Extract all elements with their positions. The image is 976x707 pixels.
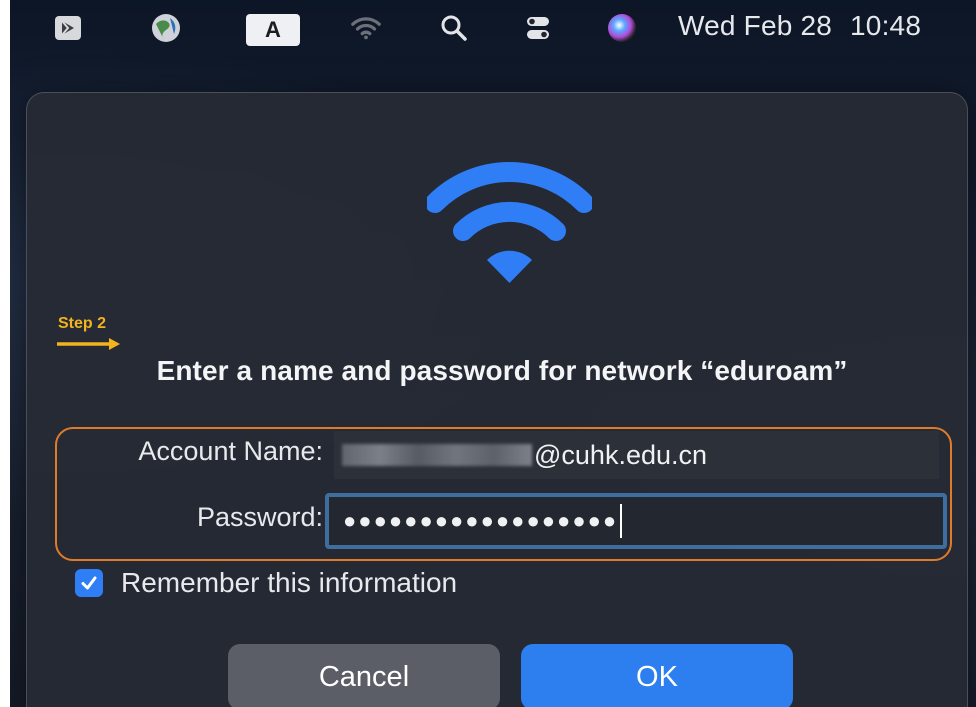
text-caret — [620, 504, 623, 538]
password-dots: ●●●●●●●●●●●●●●●●●● — [343, 508, 619, 533]
screen-share-icon[interactable] — [52, 12, 84, 44]
input-source-letter: A — [265, 17, 281, 42]
globe-icon[interactable] — [150, 12, 182, 44]
password-field[interactable]: ●●●●●●●●●●●●●●●●●● — [325, 493, 947, 549]
menu-bar-clock[interactable]: Wed Feb 28 10:48 — [678, 10, 921, 42]
redacted-username — [342, 444, 532, 466]
remember-checkbox[interactable] — [75, 569, 103, 597]
remember-checkbox-row[interactable]: Remember this information — [75, 567, 457, 599]
step-annotation-label: Step 2 — [58, 315, 107, 332]
step-arrow-icon — [57, 338, 120, 350]
menu-bar-date: Wed Feb 28 — [678, 10, 833, 41]
password-label: Password: — [196, 502, 323, 532]
wifi-login-dialog: Step 2 Enter a name and password for net… — [26, 92, 968, 707]
siri-icon[interactable] — [606, 12, 638, 44]
remember-label: Remember this information — [121, 567, 458, 598]
spotlight-search-icon[interactable] — [438, 12, 470, 44]
menu-bar: A Wed Feb 28 10:48 — [10, 0, 976, 56]
wifi-icon — [427, 161, 592, 283]
cancel-button[interactable]: Cancel — [228, 644, 500, 707]
checkmark-icon — [81, 576, 97, 590]
desktop: A Wed Feb 28 10:48 Step 2 Enter a name a… — [10, 0, 976, 707]
ok-button[interactable]: OK — [521, 644, 793, 707]
account-name-label: Account Name: — [138, 436, 323, 466]
wifi-icon[interactable] — [350, 12, 382, 44]
menu-bar-time: 10:48 — [850, 10, 922, 41]
control-center-icon[interactable] — [522, 12, 554, 44]
account-name-field[interactable]: @cuhk.edu.cn — [334, 431, 939, 479]
dialog-title: Enter a name and password for network “e… — [156, 355, 848, 386]
input-source-icon[interactable]: A — [246, 14, 300, 46]
account-name-domain: @cuhk.edu.cn — [534, 439, 708, 470]
